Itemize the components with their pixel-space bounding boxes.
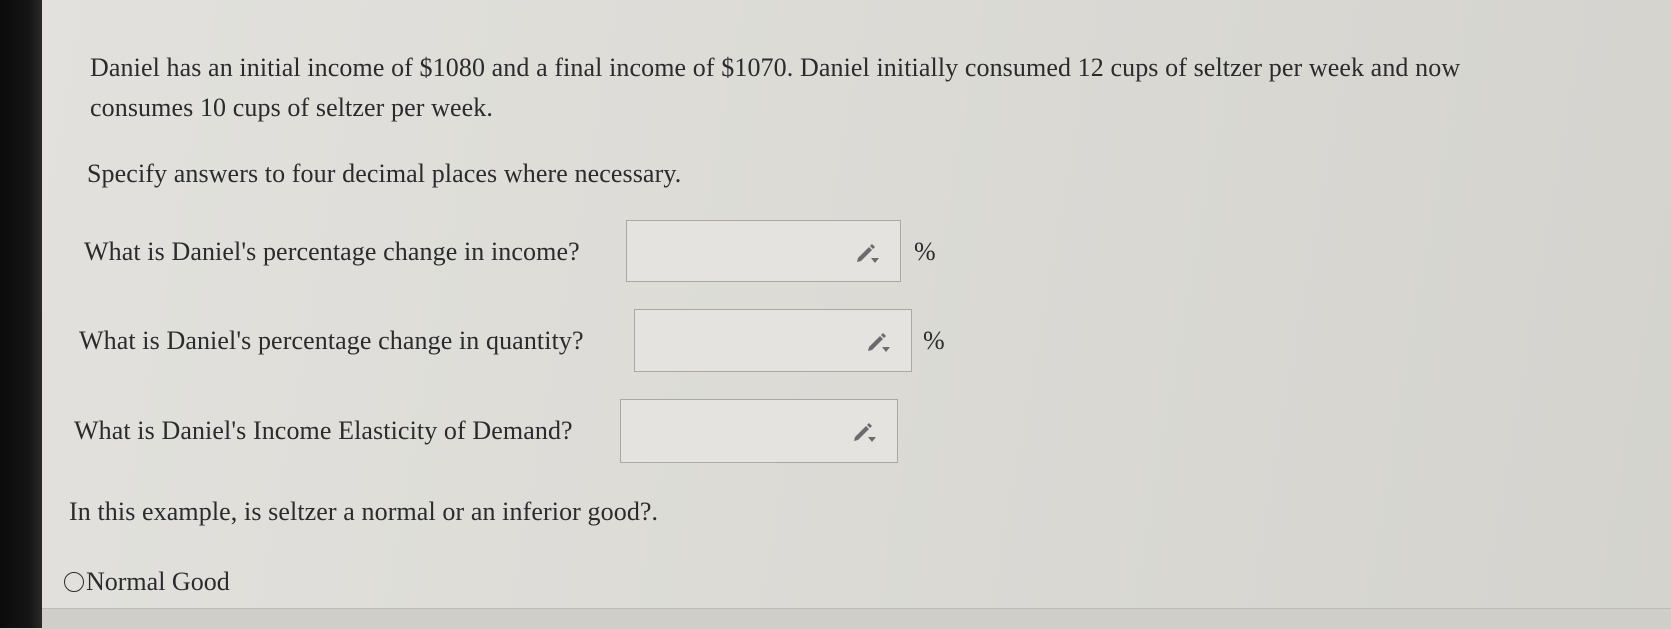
problem-line-2: consumes 10 cups of seltzer per week. xyxy=(90,93,493,122)
percent-unit: % xyxy=(923,326,945,355)
page-bottom-divider xyxy=(42,608,1671,629)
pencil-dropdown-icon[interactable] xyxy=(851,418,877,444)
radio-circle-icon[interactable] xyxy=(64,572,84,592)
elasticity-prompt: What is Daniel's Income Elasticity of De… xyxy=(74,416,573,445)
question-page: Daniel has an initial income of $1080 an… xyxy=(42,0,1671,629)
instructions-text: Specify answers to four decimal places w… xyxy=(87,159,682,188)
pencil-dropdown-icon[interactable] xyxy=(865,328,891,354)
problem-statement: Daniel has an initial income of $1080 an… xyxy=(90,48,1460,128)
elasticity-input[interactable] xyxy=(620,399,898,463)
good-type-prompt: In this example, is seltzer a normal or … xyxy=(69,497,659,526)
normal-good-label: Normal Good xyxy=(86,567,230,596)
screen-bezel xyxy=(0,0,42,628)
quantity-change-input[interactable] xyxy=(634,309,912,372)
normal-good-option[interactable]: Normal Good xyxy=(64,562,230,602)
income-change-input[interactable] xyxy=(626,220,901,282)
quantity-change-prompt: What is Daniel's percentage change in qu… xyxy=(79,326,584,355)
problem-line-1: Daniel has an initial income of $1080 an… xyxy=(90,53,1461,82)
pencil-dropdown-icon[interactable] xyxy=(854,239,880,265)
income-change-prompt: What is Daniel's percentage change in in… xyxy=(84,237,580,266)
percent-unit: % xyxy=(914,237,936,266)
